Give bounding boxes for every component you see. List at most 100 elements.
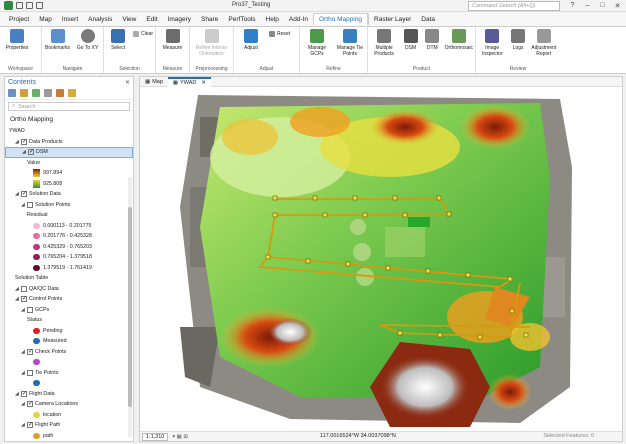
- menu-tab-addin[interactable]: Add-In: [284, 14, 313, 25]
- tree-item[interactable]: ◢ GCPs: [5, 305, 133, 316]
- layer-checkbox[interactable]: [28, 149, 34, 156]
- tree-item[interactable]: Measured: [5, 336, 133, 347]
- menu-tab-data[interactable]: Data: [416, 14, 440, 25]
- clear-button[interactable]: Clear: [133, 31, 153, 37]
- command-search-input[interactable]: Command Search (Alt+Q): [468, 1, 560, 11]
- tree-item[interactable]: 997.894: [5, 168, 133, 179]
- tree-item[interactable]: ◢Camera Locations: [5, 399, 133, 410]
- layer-checkbox[interactable]: [21, 296, 27, 303]
- tree-item[interactable]: Residual: [5, 210, 133, 221]
- contents-search-input[interactable]: ⌕ Search: [8, 102, 130, 111]
- inspector-icon: [485, 29, 500, 43]
- layer-checkbox[interactable]: [27, 306, 33, 313]
- list-drawing-order-icon[interactable]: [8, 89, 16, 97]
- tree-item[interactable]: [5, 378, 133, 389]
- layer-checkbox[interactable]: [27, 348, 33, 355]
- layer-checkbox[interactable]: [27, 422, 33, 429]
- tree-item[interactable]: Status: [5, 315, 133, 326]
- adjust-button[interactable]: Adjust: [236, 29, 266, 65]
- multiple-products-button[interactable]: Multiple Products: [370, 29, 398, 65]
- orthomosaic-button[interactable]: Orthomosaic: [445, 29, 473, 65]
- tree-item[interactable]: ◢Data Products: [5, 137, 133, 148]
- reset-button[interactable]: Reset: [269, 31, 290, 37]
- layer-checkbox[interactable]: [21, 138, 27, 145]
- contents-scrollbar[interactable]: [128, 177, 132, 437]
- tree-item[interactable]: ◢Solution Data: [5, 189, 133, 200]
- bookmarks-button[interactable]: Bookmarks: [44, 29, 71, 65]
- menu-tab-rasterlayer[interactable]: Raster Layer: [368, 13, 416, 25]
- menu-tab-analysis[interactable]: Analysis: [83, 14, 117, 25]
- tree-item[interactable]: 0.765204 - 1.379518: [5, 252, 133, 263]
- save-icon[interactable]: [16, 2, 23, 9]
- tree-item[interactable]: ◢Flight Data: [5, 389, 133, 400]
- status-tools-icon[interactable]: ▾ ▦ ⊞: [172, 434, 188, 440]
- goto-xy-button[interactable]: Go To XY: [74, 29, 101, 65]
- layer-checkbox[interactable]: [21, 285, 27, 292]
- list-editing-icon[interactable]: [44, 89, 52, 97]
- tab-close-icon[interactable]: ✕: [201, 80, 206, 86]
- menu-tab-map[interactable]: Map: [34, 14, 57, 25]
- redo-icon[interactable]: [36, 2, 43, 9]
- tree-item[interactable]: ◢Flight Path: [5, 420, 133, 431]
- tree-item[interactable]: [5, 357, 133, 368]
- logs-button[interactable]: Logs: [509, 29, 526, 65]
- tab-map[interactable]: ▦ Map: [140, 78, 168, 86]
- tree-item[interactable]: YWAD: [5, 126, 133, 137]
- menu-tab-help[interactable]: Help: [261, 14, 284, 25]
- tree-item[interactable]: Value: [5, 158, 133, 169]
- tree-item[interactable]: location: [5, 410, 133, 421]
- map-canvas[interactable]: [140, 87, 623, 433]
- properties-button[interactable]: Properties: [2, 29, 32, 65]
- tree-item[interactable]: 925.808: [5, 179, 133, 190]
- menu-tab-insert[interactable]: Insert: [57, 14, 83, 25]
- scale-selector[interactable]: 1:1,310: [142, 432, 169, 441]
- pane-close-icon[interactable]: ✕: [125, 79, 130, 86]
- layer-checkbox[interactable]: [21, 390, 27, 397]
- tree-item[interactable]: ◢DSM: [5, 147, 133, 158]
- layer-checkbox[interactable]: [21, 191, 27, 198]
- menu-tab-edit[interactable]: Edit: [141, 14, 162, 25]
- adjustment-report-button[interactable]: Adjustment Report: [530, 29, 558, 65]
- tree-item[interactable]: path: [5, 431, 133, 442]
- dtm-button[interactable]: DTM: [423, 29, 442, 65]
- close-icon[interactable]: ✕: [613, 1, 622, 10]
- list-snapping-icon[interactable]: [56, 89, 64, 97]
- tree-item[interactable]: 0.201776 - 0.425328: [5, 231, 133, 242]
- layer-checkbox[interactable]: [27, 369, 33, 376]
- image-inspector-button[interactable]: Image Inspector: [478, 29, 506, 65]
- layer-checkbox[interactable]: [27, 401, 33, 408]
- manage-tie-points-button[interactable]: Manage Tie Points: [335, 29, 365, 65]
- tree-item[interactable]: ◢ Tie Points: [5, 368, 133, 379]
- menu-tab-share[interactable]: Share: [196, 14, 223, 25]
- tree-item[interactable]: 0.000113 - 0.201775: [5, 221, 133, 232]
- tree-item[interactable]: Solution Table: [5, 273, 133, 284]
- menu-tab-orthomapping[interactable]: Ortho Mapping: [313, 13, 369, 25]
- tree-item[interactable]: 0.425329 - 0.765203: [5, 242, 133, 253]
- manage-gcps-button[interactable]: Manage GCPs: [302, 29, 332, 65]
- layer-checkbox[interactable]: [27, 201, 33, 208]
- list-selection-icon[interactable]: [32, 89, 40, 97]
- measure-button[interactable]: Measure: [158, 29, 187, 65]
- menu-tab-project[interactable]: Project: [4, 14, 34, 25]
- minimize-icon[interactable]: –: [583, 1, 592, 10]
- dsm-button[interactable]: DSM: [401, 29, 420, 65]
- undo-icon[interactable]: [26, 2, 33, 9]
- refine-interior-orientation-button[interactable]: Refine Interior Orientation: [192, 29, 231, 65]
- menu-tab-imagery[interactable]: Imagery: [163, 14, 196, 25]
- tab-ywad[interactable]: ▦ YWAD ✕: [167, 77, 212, 87]
- tree-item[interactable]: 1.379519 - 1.761419: [5, 263, 133, 274]
- tree-item[interactable]: ◢Control Points: [5, 294, 133, 305]
- menu-tab-view[interactable]: View: [117, 14, 141, 25]
- tree-item[interactable]: ◢Check Points: [5, 347, 133, 358]
- select-button[interactable]: Select: [106, 29, 130, 65]
- maximize-icon[interactable]: □: [598, 1, 607, 10]
- list-source-icon[interactable]: [20, 89, 28, 97]
- tree-item[interactable]: ◢ Solution Points: [5, 200, 133, 211]
- menu-tab-perftools[interactable]: PerfTools: [223, 14, 260, 25]
- tree-item[interactable]: Pending: [5, 326, 133, 337]
- tree-item[interactable]: ◢ QA/QC Data: [5, 284, 133, 295]
- list-labeling-icon[interactable]: [68, 89, 76, 97]
- help-icon[interactable]: ?: [568, 1, 577, 10]
- group-workspace: Properties Workspace: [0, 27, 42, 73]
- group-adjust: Adjust Reset Adjust: [234, 27, 300, 73]
